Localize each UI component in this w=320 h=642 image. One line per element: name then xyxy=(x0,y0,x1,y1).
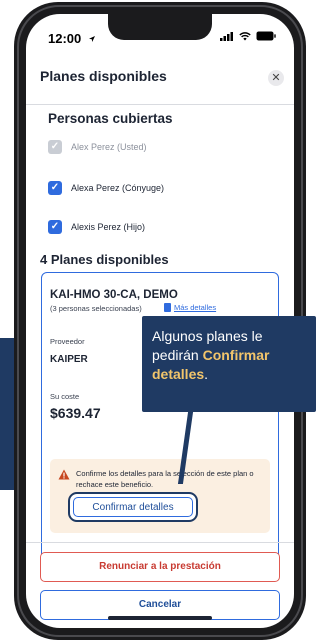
provider-label: Proveedor xyxy=(50,337,85,346)
plan-name: KAI-HMO 30-CA, DEMO xyxy=(50,289,178,301)
callout-line-2-bold: Confirmar xyxy=(202,347,270,363)
status-time: 12:00 xyxy=(48,31,82,46)
plan-subtitle: (3 personas seleccionadas) xyxy=(50,304,142,313)
person-checkbox-row: ✓ Alex Perez (Usted) xyxy=(48,139,147,155)
checkbox-disabled: ✓ xyxy=(48,140,62,154)
home-indicator xyxy=(108,616,212,620)
wifi-icon xyxy=(239,31,251,40)
page-title: Planes disponibles xyxy=(40,68,167,84)
annotation-callout: Algunos planes le pedirán Confirmar deta… xyxy=(142,316,316,412)
cost-value: $639.47 xyxy=(50,405,101,421)
person-label: Alexa Perez (Cónyuge) xyxy=(71,183,165,193)
header-divider xyxy=(26,104,294,105)
close-icon: ✕ xyxy=(271,72,281,84)
person-checkbox-row[interactable]: ✓ Alexa Perez (Cónyuge) xyxy=(48,180,164,196)
callout-line-1: Algunos planes le xyxy=(152,328,263,344)
callout-line-2: pedirán Confirmar xyxy=(152,346,316,365)
confirm-details-highlight: Confirmar detalles xyxy=(68,492,198,522)
confirm-details-button[interactable]: Confirmar detalles xyxy=(73,497,193,517)
callout-line-2-prefix: pedirán xyxy=(152,347,203,363)
renounce-benefit-button[interactable]: Renunciar a la prestación xyxy=(40,552,280,582)
close-button[interactable]: ✕ xyxy=(268,70,284,86)
battery-icon xyxy=(256,31,276,41)
callout-line-3-bold: detalles xyxy=(152,366,205,382)
callout-line-3-suffix: . xyxy=(204,366,209,382)
warning-icon xyxy=(58,469,70,480)
person-checkbox-row[interactable]: ✓ Alexis Perez (Hijo) xyxy=(48,219,145,235)
status-bar: 12:00 xyxy=(48,30,276,46)
provider-value: KAIPER xyxy=(50,354,88,365)
cost-label: Su coste xyxy=(50,392,80,401)
plans-section-title: 4 Planes disponibles xyxy=(40,252,169,267)
person-label: Alexis Perez (Hijo) xyxy=(71,222,146,232)
location-arrow-icon xyxy=(88,36,95,42)
document-icon xyxy=(164,303,171,312)
status-icons xyxy=(220,31,276,41)
more-details-label: Más detalles xyxy=(174,303,217,312)
cellular-signal-icon xyxy=(220,31,233,41)
warning-text: Confirme los detalles para la selección … xyxy=(76,469,254,489)
footer-divider xyxy=(26,542,294,543)
modal-header: Planes disponibles ✕ xyxy=(26,68,294,108)
person-label: Alex Perez (Usted) xyxy=(71,142,147,152)
checkbox[interactable]: ✓ xyxy=(48,220,62,234)
checkbox[interactable]: ✓ xyxy=(48,181,62,195)
more-details-link[interactable]: Más detalles xyxy=(164,303,216,312)
callout-line-3: detalles. xyxy=(152,365,316,384)
covered-section-title: Personas cubiertas xyxy=(48,111,173,126)
